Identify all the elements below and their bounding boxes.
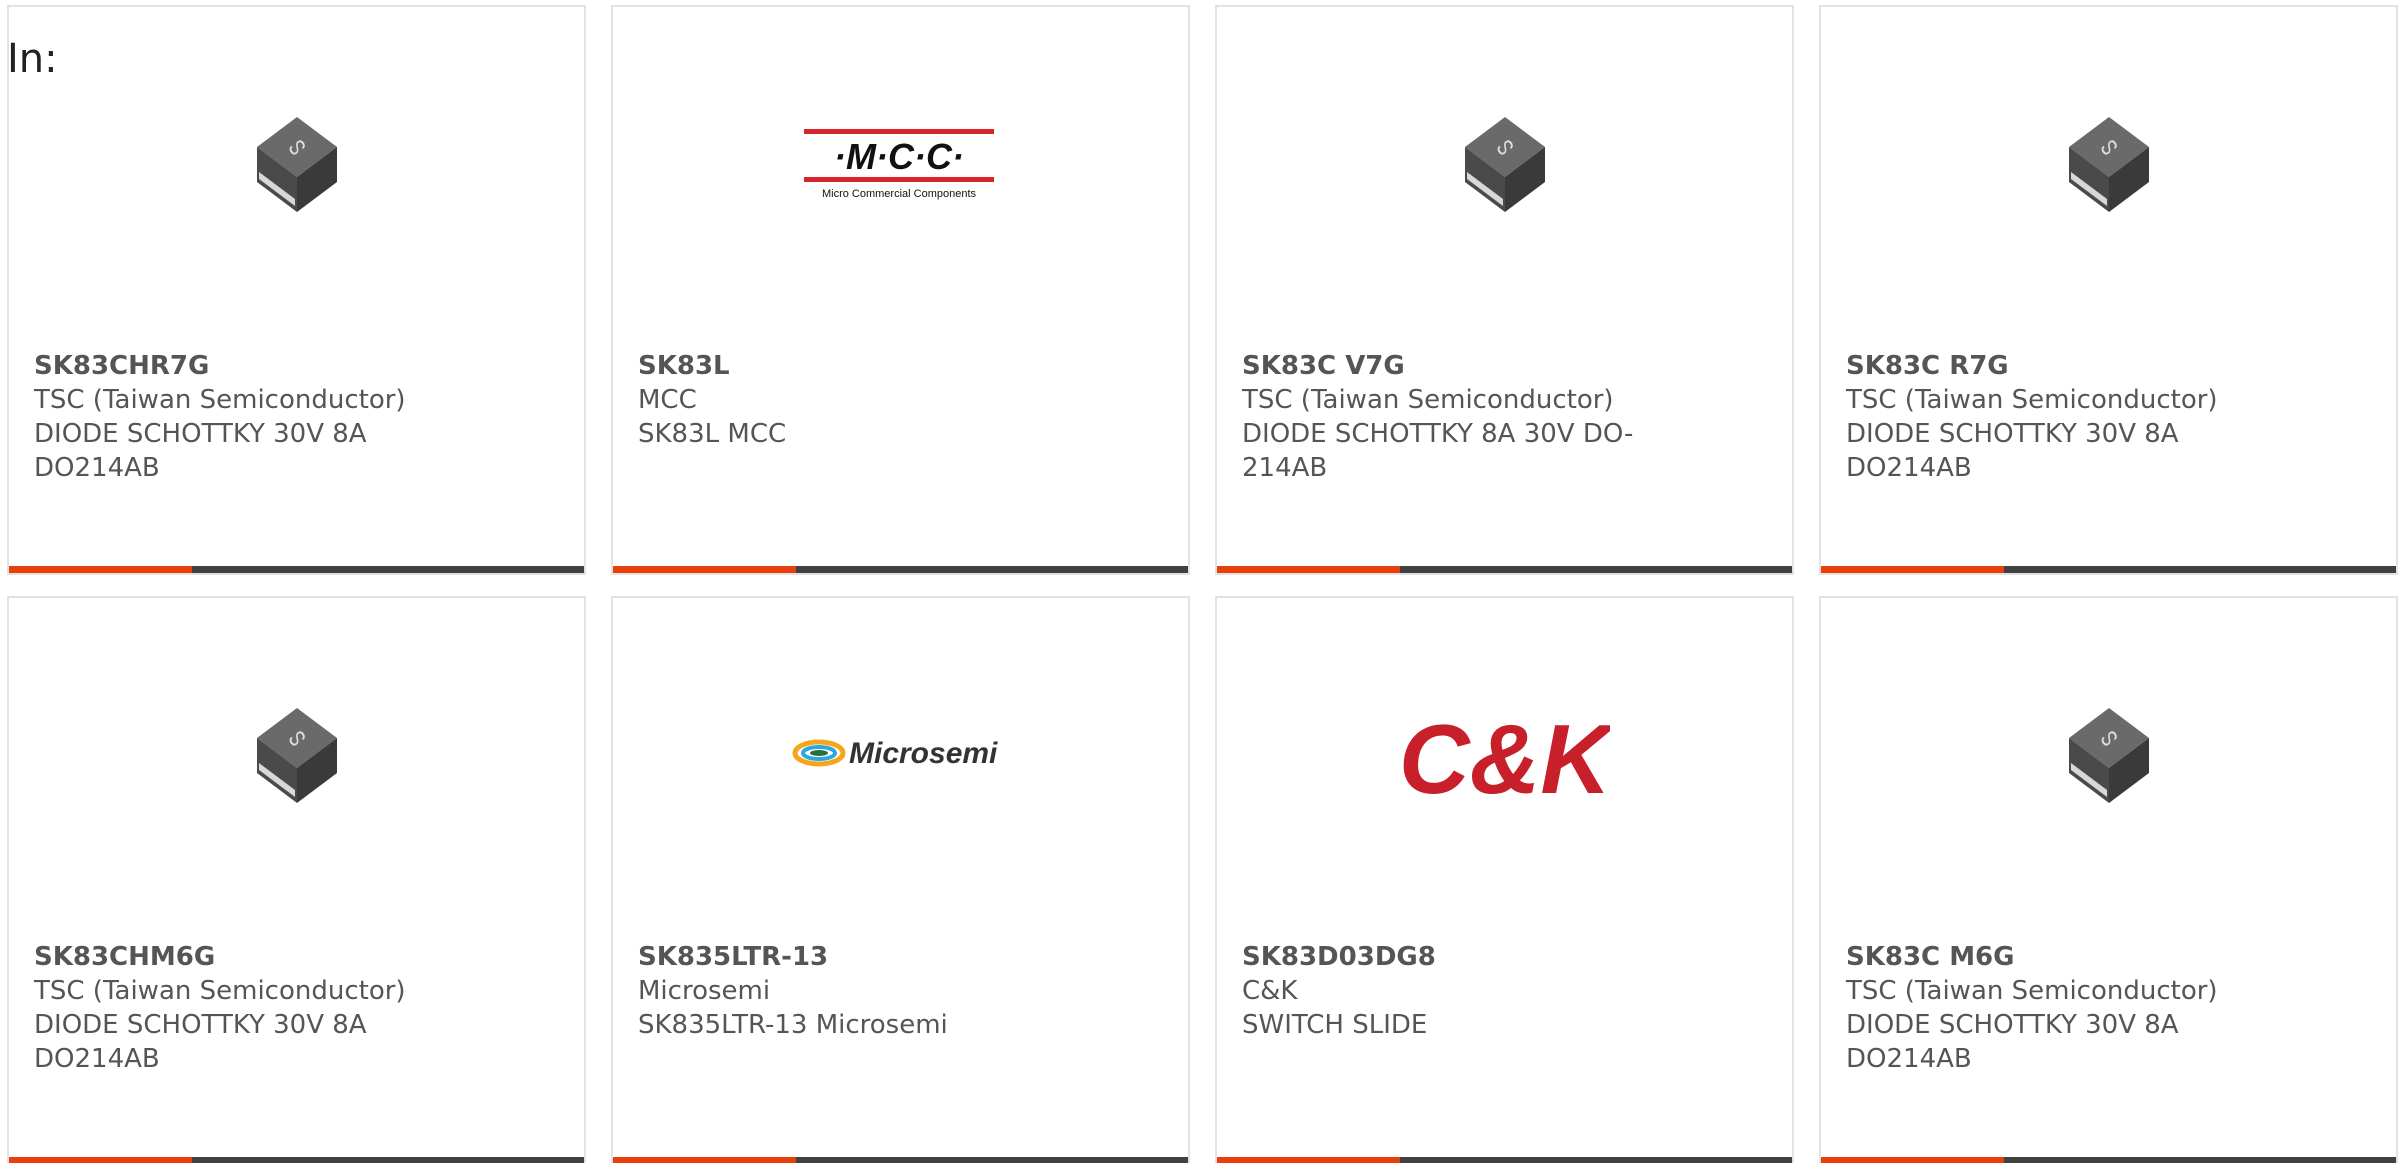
product-card[interactable]: C&K SK83D03DG8 C&K SWITCH SLIDE [1215,596,1794,1163]
product-card[interactable]: ᔕ SK83C M6G TSC (Taiwan Semiconductor) D… [1819,596,2398,1163]
card-bottom-bar [613,566,1188,573]
product-image[interactable]: ᔕ [1821,77,2396,247]
ck-logo: C&K [1400,704,1610,808]
product-info: SK83CHR7G TSC (Taiwan Semiconductor) DIO… [34,349,434,485]
product-card[interactable]: ᔕ SK83C V7G TSC (Taiwan Semiconductor) D… [1215,5,1794,575]
card-bar-accent [1217,1157,1400,1163]
part-number-link[interactable]: SK83C R7G [1846,349,2246,383]
product-image[interactable]: ᔕ [1217,77,1792,247]
card-bottom-bar [1217,566,1792,573]
card-bottom-bar [1821,1157,2396,1163]
manufacturer: TSC (Taiwan Semiconductor) [34,385,406,415]
description: DIODE SCHOTTKY 30V 8A DO214AB [34,419,367,483]
manufacturer: TSC (Taiwan Semiconductor) [1846,976,2218,1006]
description: SK83L MCC [638,419,787,449]
description: DIODE SCHOTTKY 30V 8A DO214AB [1846,1010,2179,1074]
product-info: SK835LTR-13 Microsemi SK835LTR-13 Micros… [638,940,1038,1042]
chip-package-icon: ᔕ [1464,117,1545,212]
product-info: SK83C M6G TSC (Taiwan Semiconductor) DIO… [1846,940,2246,1076]
part-number-link[interactable]: SK83C V7G [1242,349,1642,383]
product-info: SK83C R7G TSC (Taiwan Semiconductor) DIO… [1846,349,2246,485]
card-bottom-bar [9,1157,584,1163]
chip-package-icon: ᔕ [256,117,337,212]
chip-package-icon: ᔕ [2068,117,2149,212]
card-bottom-bar [1821,566,2396,573]
card-bottom-bar [1217,1157,1792,1163]
mcc-logo-text: ·M·C·C· [834,136,964,177]
part-number-link[interactable]: SK83L [638,349,1038,383]
product-image[interactable]: ᔕ [9,668,584,838]
part-number-link[interactable]: SK835LTR-13 [638,940,1038,974]
manufacturer: C&K [1242,976,1298,1006]
product-image[interactable]: ᔕ [9,77,584,247]
card-bar-accent [1821,1157,2004,1163]
chip-package-icon: ᔕ [256,708,337,803]
product-image[interactable]: ᔕ [1821,668,2396,838]
card-bar-accent [613,566,796,573]
product-card[interactable]: Microsemi SK835LTR-13 Microsemi SK835LTR… [611,596,1190,1163]
description: DIODE SCHOTTKY 8A 30V DO-214AB [1242,419,1634,483]
mcc-logo-subtext: Micro Commercial Components [821,188,976,200]
product-image[interactable]: C&K [1217,668,1792,838]
manufacturer: TSC (Taiwan Semiconductor) [1242,385,1614,415]
product-card[interactable]: ᔕ SK83CHM6G TSC (Taiwan Semiconductor) D… [7,596,586,1163]
ck-logo-text: C&K [1400,704,1610,808]
product-grid-page: In: ᔕ SK83CHR7G TSC (Taiwan Semiconducto… [0,0,2400,1163]
card-bar-accent [1821,566,2004,573]
card-bar-accent [9,1157,192,1163]
part-number-link[interactable]: SK83CHR7G [34,349,434,383]
product-card[interactable]: ᔕ SK83C R7G TSC (Taiwan Semiconductor) D… [1819,5,2398,575]
product-info: SK83CHM6G TSC (Taiwan Semiconductor) DIO… [34,940,434,1076]
card-bar-accent [613,1157,796,1163]
card-bottom-bar [9,566,584,573]
product-image[interactable]: Microsemi [613,668,1188,838]
manufacturer: TSC (Taiwan Semiconductor) [1846,385,2218,415]
mcc-logo: ·M·C·C· Micro Commercial Components [803,129,994,200]
product-card[interactable]: ·M·C·C· Micro Commercial Components SK83… [611,5,1190,575]
product-image[interactable]: ·M·C·C· Micro Commercial Components [613,77,1188,247]
description: DIODE SCHOTTKY 30V 8A DO214AB [34,1010,367,1074]
part-number-link[interactable]: SK83CHM6G [34,940,434,974]
manufacturer: TSC (Taiwan Semiconductor) [34,976,406,1006]
product-grid: ᔕ SK83CHR7G TSC (Taiwan Semiconductor) D… [7,5,2398,1163]
card-bar-accent [1217,566,1400,573]
chip-package-icon: ᔕ [2068,708,2149,803]
card-bar-accent [9,566,192,573]
product-info: SK83L MCC SK83L MCC [638,349,1038,451]
microsemi-logo: Microsemi [792,737,998,770]
description: DIODE SCHOTTKY 30V 8A DO214AB [1846,419,2179,483]
manufacturer: MCC [638,385,697,415]
product-card[interactable]: ᔕ SK83CHR7G TSC (Taiwan Semiconductor) D… [7,5,586,575]
product-info: SK83D03DG8 C&K SWITCH SLIDE [1242,940,1642,1042]
filter-in-label: In: [7,36,58,82]
manufacturer: Microsemi [638,976,771,1006]
card-bottom-bar [613,1157,1188,1163]
product-info: SK83C V7G TSC (Taiwan Semiconductor) DIO… [1242,349,1642,485]
description: SWITCH SLIDE [1242,1010,1428,1040]
part-number-link[interactable]: SK83D03DG8 [1242,940,1642,974]
part-number-link[interactable]: SK83C M6G [1846,940,2246,974]
microsemi-logo-text: Microsemi [849,737,998,770]
description: SK835LTR-13 Microsemi [638,1010,948,1040]
